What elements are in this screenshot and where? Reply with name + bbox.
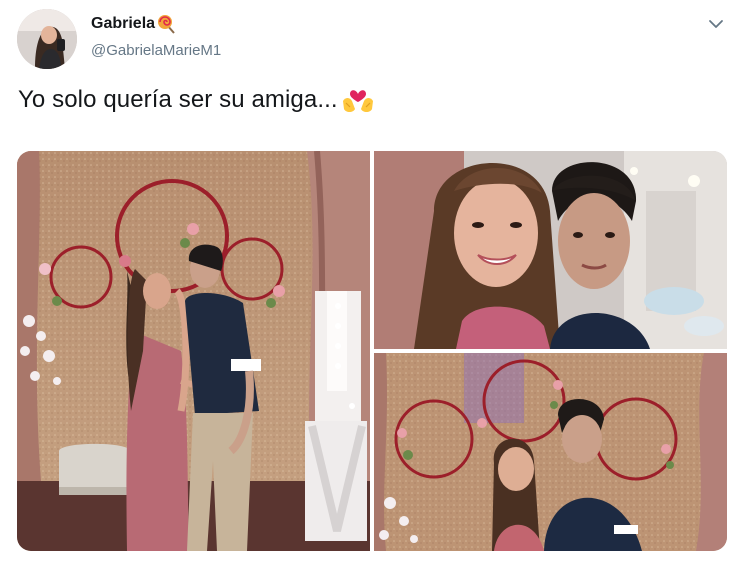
photo-couple-posing[interactable] — [374, 353, 727, 551]
author-name-row[interactable]: Gabriela — [91, 14, 177, 34]
author-display-name[interactable]: Gabriela — [91, 15, 155, 33]
tweet-card[interactable]: Gabriela @GabrielaMarieM1 Yo solo quería… — [0, 0, 738, 561]
tweet-text-content: Yo solo quería ser su amiga... — [18, 86, 338, 113]
photo-couple-kissing[interactable] — [17, 151, 370, 551]
author-handle[interactable]: @GabrielaMarieM1 — [91, 42, 221, 59]
photo-selfie[interactable] — [374, 151, 727, 349]
lollipop-icon — [157, 14, 177, 34]
media-grid[interactable] — [17, 151, 727, 551]
avatar[interactable] — [17, 9, 77, 69]
tweet-text: Yo solo quería ser su amiga... — [18, 85, 375, 115]
chevron-down-icon[interactable] — [706, 14, 726, 34]
hands-heart-icon — [342, 90, 373, 112]
